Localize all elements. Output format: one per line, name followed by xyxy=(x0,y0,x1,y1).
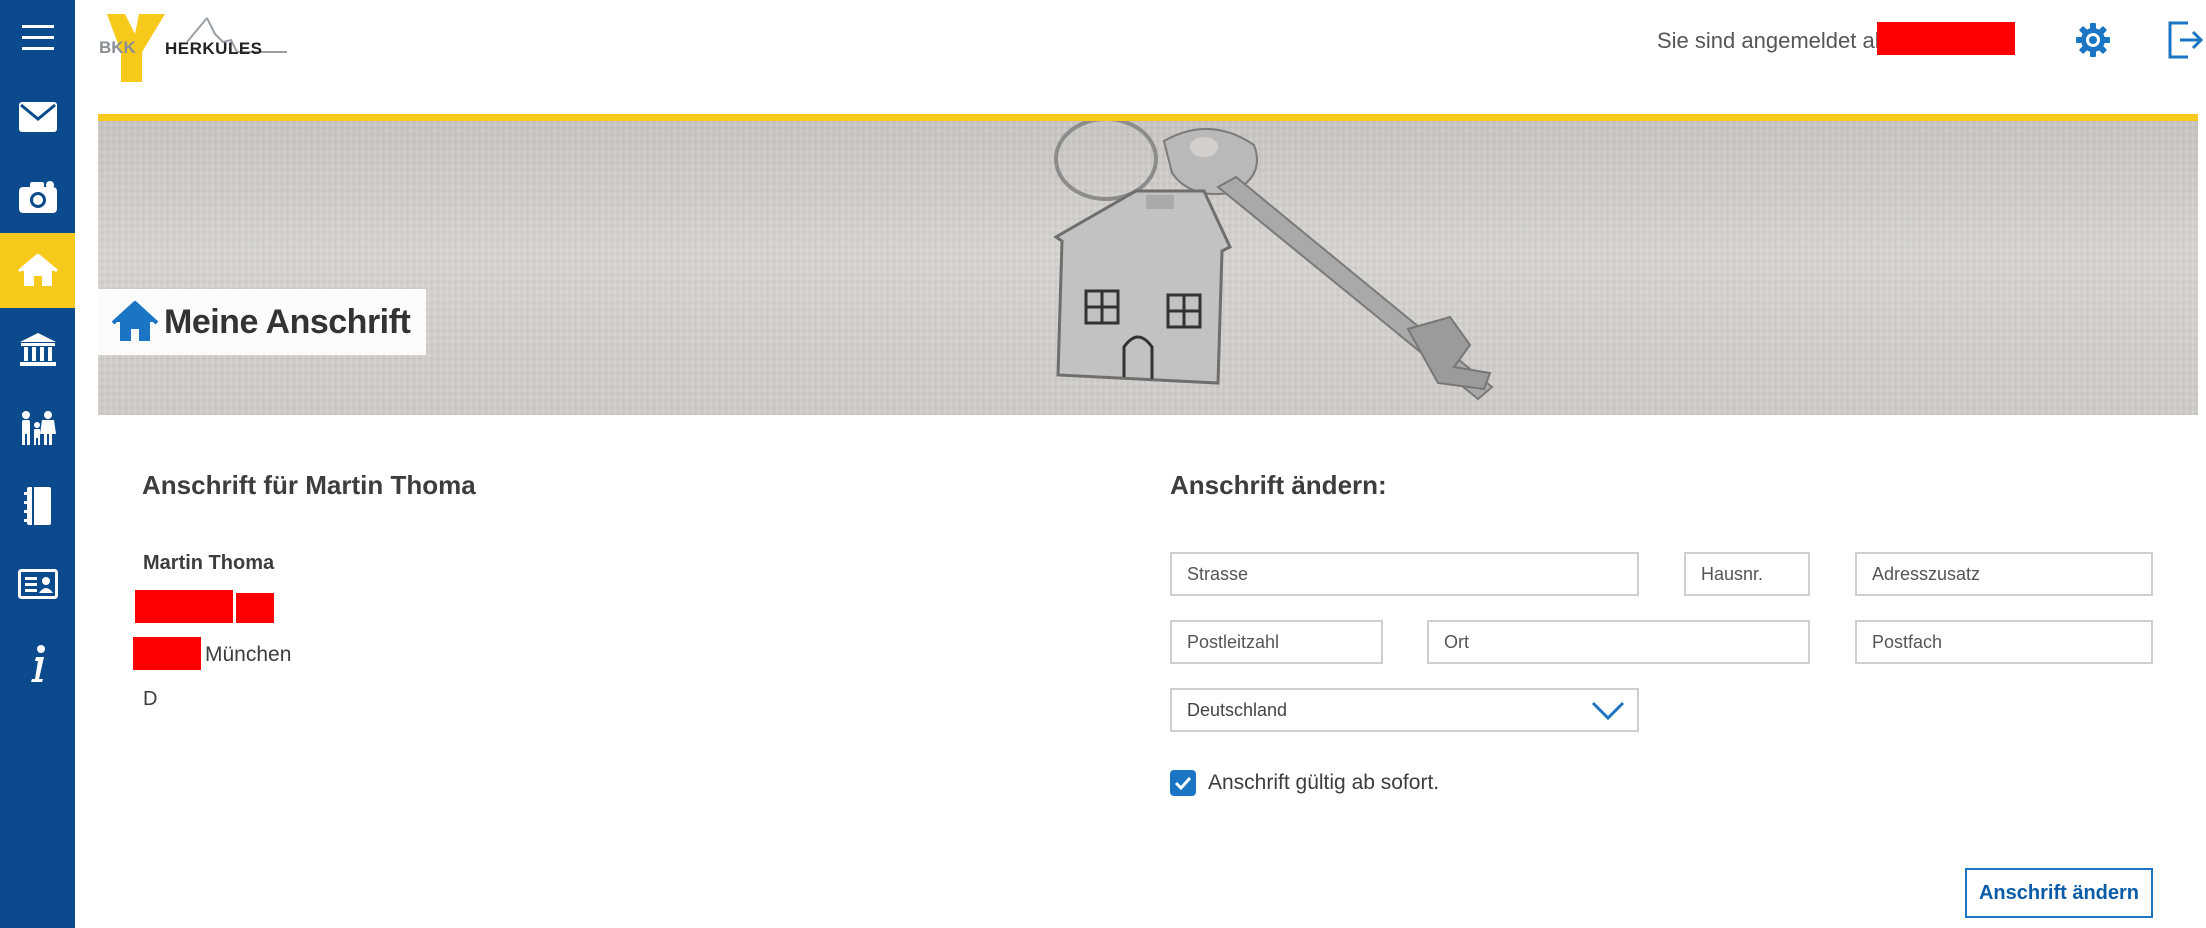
accent-bar xyxy=(98,114,2198,121)
chevron-down-icon xyxy=(1591,701,1625,721)
logo-text-bkk: BKK xyxy=(99,38,136,57)
notebook-icon xyxy=(23,486,51,525)
redacted-username xyxy=(1877,22,2015,55)
sidebar-item-info[interactable] xyxy=(0,626,75,701)
sidebar-item-camera[interactable] xyxy=(0,158,75,233)
bank-icon xyxy=(19,332,56,366)
checkmark-icon xyxy=(1174,776,1192,790)
sidebar xyxy=(0,0,75,928)
menu-icon xyxy=(21,24,54,50)
change-address-heading: Anschrift ändern: xyxy=(1170,470,1387,500)
address-country: D xyxy=(143,688,158,710)
sidebar-item-id-card[interactable] xyxy=(0,546,75,621)
redacted-zip xyxy=(133,637,201,670)
sidebar-item-mail[interactable] xyxy=(0,79,75,154)
current-address-heading: Anschrift für Martin Thoma xyxy=(142,470,476,500)
gear-icon[interactable] xyxy=(2075,22,2111,58)
address-city: München xyxy=(205,643,292,666)
address-addition-input[interactable] xyxy=(1855,552,2153,596)
sidebar-item-bank[interactable] xyxy=(0,312,75,387)
mail-icon xyxy=(18,101,57,132)
info-icon xyxy=(30,644,45,682)
sidebar-item-notebook[interactable] xyxy=(0,468,75,543)
house-number-input[interactable] xyxy=(1684,552,1810,596)
sidebar-item-home[interactable] xyxy=(0,233,75,308)
zip-input[interactable] xyxy=(1170,620,1383,664)
city-input[interactable] xyxy=(1427,620,1810,664)
home-icon xyxy=(112,301,158,341)
country-select-value: Deutschland xyxy=(1187,699,1288,720)
sidebar-item-menu[interactable] xyxy=(0,0,75,75)
family-icon xyxy=(21,410,56,445)
redacted-street xyxy=(135,590,233,623)
logged-in-label: Sie sind angemeldet als: xyxy=(1657,28,1897,53)
valid-immediately-checkbox[interactable] xyxy=(1170,770,1196,796)
house-keychain-image xyxy=(1053,121,1494,401)
bkk-herkules-logo[interactable]: BKK HERKULES xyxy=(97,12,287,84)
camera-icon xyxy=(18,180,57,213)
country-select[interactable]: Deutschland xyxy=(1170,688,1639,732)
header xyxy=(75,0,2206,112)
logout-icon[interactable] xyxy=(2166,20,2204,60)
address-name: Martin Thoma xyxy=(143,552,275,574)
id-card-icon xyxy=(17,568,58,599)
sidebar-item-family[interactable] xyxy=(0,390,75,465)
po-box-input[interactable] xyxy=(1855,620,2153,664)
valid-immediately-row: Anschrift gültig ab sofort. xyxy=(1170,770,1439,796)
change-address-button[interactable]: Anschrift ändern xyxy=(1965,868,2153,918)
home-icon xyxy=(17,253,58,286)
banner: Meine Anschrift xyxy=(98,121,2198,415)
redacted-house-number xyxy=(236,593,274,623)
page-title-box: Meine Anschrift xyxy=(98,289,427,355)
page-title: Meine Anschrift xyxy=(164,302,411,341)
street-input[interactable] xyxy=(1170,552,1639,596)
logo-text-herkules: HERKULES xyxy=(165,39,263,58)
valid-immediately-label: Anschrift gültig ab sofort. xyxy=(1208,771,1440,794)
